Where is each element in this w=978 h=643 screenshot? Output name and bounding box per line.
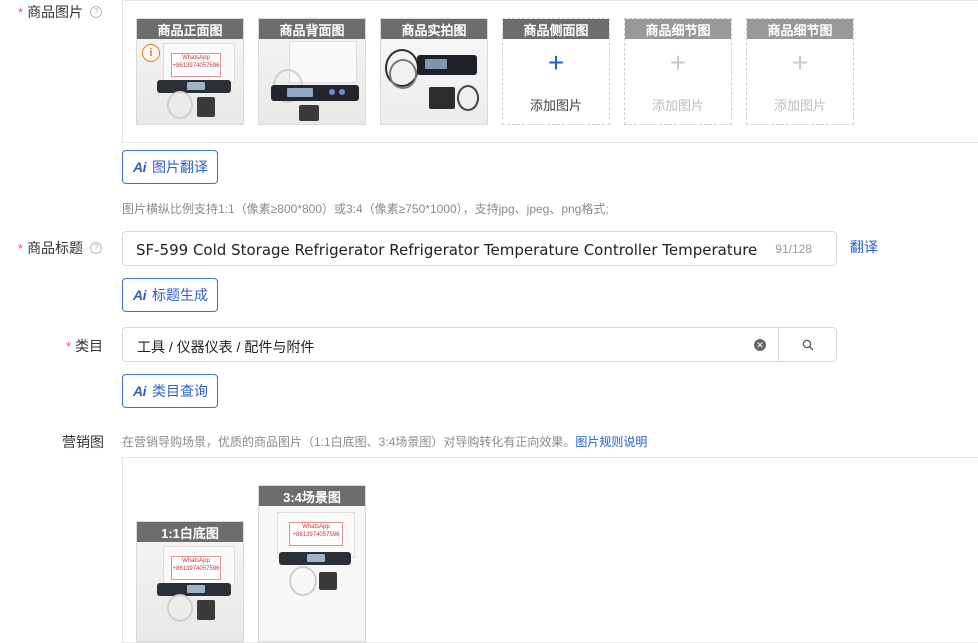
plus-icon: + (791, 47, 809, 78)
product-title-input[interactable]: SF-599 Cold Storage Refrigerator Refrige… (122, 231, 837, 266)
category-input[interactable]: 工具 / 仪器仪表 / 配件与附件 ✕ (122, 327, 779, 362)
product-title-label: * 商品标题 ? (18, 238, 103, 258)
contact-card: WhatsApp +8613974057596 (171, 556, 221, 580)
add-image-label: 添加图片 (773, 98, 826, 113)
ai-icon: Ai (133, 159, 147, 175)
add-image-label: 添加图片 (651, 98, 704, 113)
search-icon (802, 339, 813, 350)
category-query-button[interactable]: Ai 类目查询 (122, 374, 218, 408)
image-tile-detail-add[interactable]: 商品细节图 + 添加图片 (624, 18, 732, 125)
contact-card: WhatsApp +8613974057596 (289, 522, 343, 546)
help-icon[interactable]: ? (90, 6, 103, 18)
add-image-label: 添加图片 (529, 98, 582, 113)
image-tile-side-add[interactable]: 商品侧面图 + 添加图片 (502, 18, 610, 125)
ai-icon: Ai (133, 287, 147, 303)
image-tile-front[interactable]: 商品正面图 WhatsApp +8613974057596 i (136, 18, 244, 125)
title-value: SF-599 Cold Storage Refrigerator Refrige… (136, 241, 758, 259)
image-tile-real[interactable]: 商品实拍图 (380, 18, 488, 125)
marketing-images-panel: 1:1白底图 WhatsApp +8613974057596 3:4场景图 Wh… (122, 457, 978, 643)
tile-caption: 1:1白底图 (137, 522, 243, 542)
marketing-tile-square[interactable]: 1:1白底图 WhatsApp +8613974057596 (136, 521, 244, 642)
image-translate-button[interactable]: Ai 图片翻译 (122, 150, 218, 184)
help-icon[interactable]: ? (90, 242, 103, 254)
image-rules-link[interactable]: 图片规则说明 (575, 435, 647, 449)
tile-caption: 商品背面图 (259, 19, 365, 39)
controller-image (271, 85, 359, 101)
category-search-button[interactable] (778, 327, 837, 362)
tile-caption: 商品实拍图 (381, 19, 487, 39)
plus-icon: + (669, 47, 687, 78)
marketing-hint: 在营销导购场景，优质的商品图片（1:1白底图、3:4场景图）对导购转化有正向效果… (122, 435, 648, 449)
translate-link[interactable]: 翻译 (850, 237, 878, 257)
clear-icon[interactable]: ✕ (754, 339, 766, 351)
contact-card: WhatsApp +8613974057596 (171, 53, 221, 77)
tile-caption: 商品细节图 (747, 19, 853, 39)
title-generate-button[interactable]: Ai 标题生成 (122, 278, 218, 312)
tile-caption: 商品正面图 (137, 19, 243, 39)
tile-caption: 3:4场景图 (259, 486, 365, 506)
product-images-panel: 商品正面图 WhatsApp +8613974057596 i 商品背面图 商品… (122, 0, 978, 143)
ai-icon: Ai (133, 383, 147, 399)
category-label: * 类目 (66, 338, 104, 354)
tile-caption: 商品侧面图 (503, 19, 609, 39)
tile-caption: 商品细节图 (625, 19, 731, 39)
image-hint: 图片横纵比例支持1:1（像素≥800*800）或3:4（像素≥750*1000）… (122, 202, 609, 216)
char-count: 91/128 (775, 242, 812, 256)
product-images-label: * 商品图片 ? (18, 2, 103, 22)
warning-icon[interactable]: i (142, 44, 160, 62)
image-tile-back[interactable]: 商品背面图 (258, 18, 366, 125)
image-tile-detail-add-2[interactable]: 商品细节图 + 添加图片 (746, 18, 854, 125)
marketing-images-label: 营销图 (62, 434, 104, 450)
category-value: 工具 / 仪器仪表 / 配件与附件 (137, 339, 315, 355)
marketing-tile-portrait[interactable]: 3:4场景图 WhatsApp +8613974057596 (258, 485, 366, 642)
plus-icon: + (547, 47, 565, 78)
